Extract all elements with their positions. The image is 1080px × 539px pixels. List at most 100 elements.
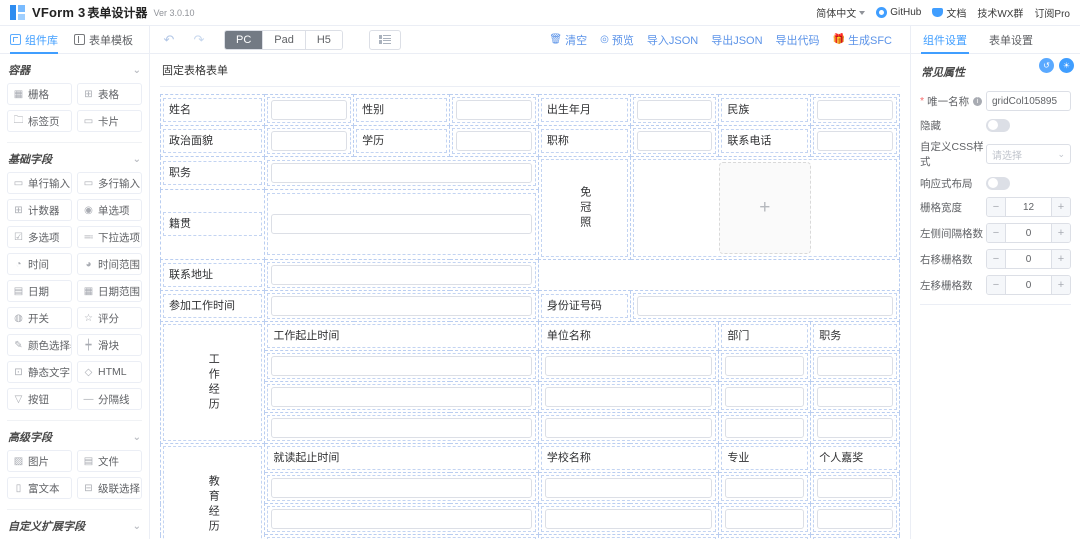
cell-work-dept-2[interactable] — [719, 382, 811, 413]
input-idcard[interactable] — [637, 296, 893, 316]
cell-label-political[interactable]: 政治面貌 — [161, 126, 265, 157]
cell-input-phone[interactable] — [811, 126, 900, 157]
docs-link[interactable]: 文档 — [932, 5, 966, 20]
cell-label-position[interactable]: 职务 — [161, 157, 265, 190]
github-link[interactable]: GitHub — [876, 7, 921, 18]
input-work-start[interactable] — [271, 296, 531, 316]
form-canvas[interactable]: 固定表格表单 姓名 性别 — [150, 54, 910, 539]
input-title[interactable] — [637, 131, 713, 151]
grid-width-value[interactable]: 12 — [1006, 198, 1051, 216]
cell-work-header-dept[interactable]: 部门 — [719, 322, 811, 351]
widget-date-range[interactable]: ▦日期范围 — [77, 280, 142, 302]
responsive-toggle[interactable] — [986, 177, 1010, 190]
cell-edu-header-awards[interactable]: 个人嘉奖 — [811, 444, 900, 473]
cell-input-title[interactable] — [630, 126, 719, 157]
input-work-dept-1[interactable] — [725, 356, 804, 376]
cell-input-political[interactable] — [265, 126, 354, 157]
cell-label-ethnicity[interactable]: 民族 — [719, 95, 811, 126]
input-work-role-2[interactable] — [817, 387, 893, 407]
cell-photo-uploader[interactable]: + — [630, 157, 899, 260]
cell-label-phone[interactable]: 联系电话 — [719, 126, 811, 157]
widget-file[interactable]: ▤文件 — [77, 450, 142, 472]
widget-time-range[interactable]: ◕时间范围 — [77, 253, 142, 275]
cell-work-header-company[interactable]: 单位名称 — [538, 322, 719, 351]
cell-edu-awards-3[interactable] — [811, 535, 900, 539]
widget-picture[interactable]: ▨图片 — [7, 450, 72, 472]
input-ethnicity[interactable] — [817, 100, 893, 120]
unique-name-input[interactable]: gridCol105895 — [986, 91, 1071, 111]
cell-edu-header-school[interactable]: 学校名称 — [538, 444, 719, 473]
action-preview[interactable]: ◎ 预览 — [600, 32, 634, 48]
push-increment[interactable]: + — [1051, 250, 1070, 268]
group-header-container[interactable]: 容器 ⌄ — [0, 54, 149, 83]
widget-radio[interactable]: ◉单选项 — [77, 199, 142, 221]
input-edu-major-2[interactable] — [725, 509, 804, 529]
left-offset-increment[interactable]: + — [1051, 224, 1070, 242]
device-pad[interactable]: Pad — [263, 31, 306, 49]
cell-input-work-start[interactable] — [265, 291, 538, 322]
cell-edu-awards-2[interactable] — [811, 504, 900, 535]
cell-edu-section-label[interactable]: 教育经历 — [161, 444, 265, 539]
form-scroll-area[interactable]: 姓名 性别 出生年月 民族 政治面貌 — [160, 87, 900, 539]
input-work-dept-2[interactable] — [725, 387, 804, 407]
group-header-custom[interactable]: 自定义扩展字段 ⌄ — [0, 510, 149, 539]
cell-label-gender[interactable]: 性别 — [354, 95, 450, 126]
cell-work-dept-1[interactable] — [719, 351, 811, 382]
input-work-dept-3[interactable] — [725, 418, 804, 438]
input-work-company-3[interactable] — [545, 418, 713, 438]
input-political[interactable] — [271, 131, 347, 151]
device-h5[interactable]: H5 — [306, 31, 342, 49]
input-birth[interactable] — [637, 100, 713, 120]
info-icon[interactable]: i — [973, 97, 982, 106]
cell-work-period-2[interactable] — [265, 382, 538, 413]
cell-work-company-2[interactable] — [538, 382, 719, 413]
input-work-role-3[interactable] — [817, 418, 893, 438]
action-import-json[interactable]: 导入JSON — [647, 32, 698, 48]
left-offset-decrement[interactable]: − — [987, 224, 1006, 242]
input-position[interactable] — [271, 163, 531, 183]
widget-date[interactable]: ▤日期 — [7, 280, 72, 302]
cell-photo-label[interactable]: 免冠照 — [538, 157, 630, 260]
cell-work-role-3[interactable] — [811, 413, 900, 444]
widget-rich-editor[interactable]: ▯富文本 — [7, 477, 72, 499]
device-pc[interactable]: PC — [225, 31, 263, 49]
input-phone[interactable] — [817, 131, 893, 151]
input-address[interactable] — [271, 265, 531, 285]
grid-width-decrement[interactable]: − — [987, 198, 1006, 216]
layout-toggle-button[interactable] — [369, 30, 401, 50]
action-clear[interactable]: 🗑 清空 — [549, 32, 587, 48]
widget-time[interactable]: ◔时间 — [7, 253, 72, 275]
cell-input-ethnicity[interactable] — [811, 95, 900, 126]
cell-work-period-1[interactable] — [265, 351, 538, 382]
push-value[interactable]: 0 — [1006, 250, 1051, 268]
action-export-code[interactable]: 导出代码 — [776, 32, 820, 48]
grid-width-increment[interactable]: + — [1051, 198, 1070, 216]
cell-work-header-period[interactable]: 工作起止时间 — [265, 322, 538, 351]
widget-button[interactable]: ▽按钮 — [7, 388, 72, 410]
cell-input-position[interactable] — [265, 157, 538, 190]
component-library-scroll[interactable]: 容器 ⌄ ▦栅格 ⊞表格 🗀标签页 ▭卡片 基础字段 ⌄ ▭单行输入 ▭ — [0, 54, 149, 539]
cell-work-dept-3[interactable] — [719, 413, 811, 444]
cell-input-gender[interactable] — [450, 95, 539, 126]
widget-static-text[interactable]: ⊡静态文字 — [7, 361, 72, 383]
cell-edu-school-1[interactable] — [538, 473, 719, 504]
tab-form-template[interactable]: 表单模板 — [74, 26, 133, 53]
widget-switch[interactable]: ◍开关 — [7, 307, 72, 329]
widget-divider[interactable]: —分隔线 — [77, 388, 142, 410]
input-education[interactable] — [456, 131, 532, 151]
input-gender[interactable] — [456, 100, 532, 120]
input-work-period-3[interactable] — [271, 418, 531, 438]
cell-edu-period-1[interactable] — [265, 473, 538, 504]
input-edu-awards-1[interactable] — [817, 478, 893, 498]
cell-input-name[interactable] — [265, 95, 354, 126]
widget-tabs[interactable]: 🗀标签页 — [7, 110, 72, 132]
widget-cascader[interactable]: ⊟级联选择 — [77, 477, 142, 499]
cell-edu-awards-1[interactable] — [811, 473, 900, 504]
widget-checkbox[interactable]: ☑多选项 — [7, 226, 72, 248]
cell-label-education[interactable]: 学历 — [354, 126, 450, 157]
cell-input-idcard[interactable] — [630, 291, 899, 322]
cell-edu-period-2[interactable] — [265, 504, 538, 535]
widget-textarea[interactable]: ▭多行输入 — [77, 172, 142, 194]
cell-work-company-3[interactable] — [538, 413, 719, 444]
action-export-json[interactable]: 导出JSON — [711, 32, 762, 48]
